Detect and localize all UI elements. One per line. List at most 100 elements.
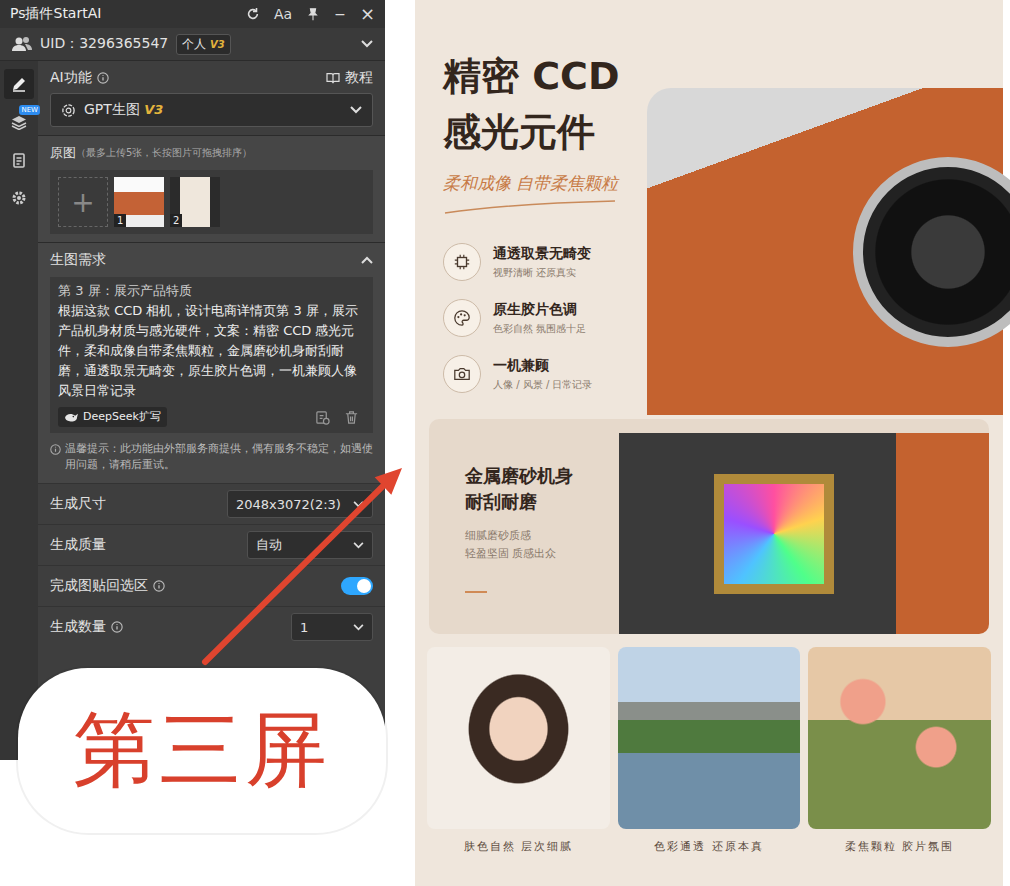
prompt-text: 根据这款 CCD 相机，设计电商详情页第 3 屏，展示产品机身材质与感光硬件，文… bbox=[58, 301, 365, 401]
prompt-textarea[interactable]: 第 3 屏：展示产品特质根据这款 CCD 相机，设计电商详情页第 3 屏，展示产… bbox=[50, 277, 373, 433]
section-title: 生图需求 bbox=[50, 251, 106, 269]
chevron-down-icon[interactable] bbox=[361, 40, 373, 48]
font-button[interactable]: Aa bbox=[274, 6, 292, 22]
add-image-button[interactable]: + bbox=[58, 177, 108, 227]
book-icon bbox=[326, 72, 340, 84]
chevron-down-icon bbox=[350, 106, 362, 114]
prompt-section: 生图需求第 3 屏：展示产品特质根据这款 CCD 相机，设计电商详情页第 3 屏… bbox=[38, 242, 385, 483]
refresh-icon[interactable] bbox=[246, 7, 260, 21]
main-form: AI功能 教程 GPT生图 V3 原图（最多上传5张，长按图片可拖拽排序） +1 2 生图… bbox=[38, 61, 385, 760]
title-bar: Ps插件StartAI Aa −× bbox=[0, 0, 385, 28]
detail-card: 金属磨砂机身耐刮耐磨细腻磨砂质感轻盈坚固 质感出众 bbox=[429, 419, 989, 634]
gallery-photo bbox=[427, 647, 610, 829]
nav-item[interactable]: NEW bbox=[4, 107, 34, 137]
section-title: 原图 bbox=[50, 144, 76, 162]
setting-label: 生成数量 bbox=[50, 618, 123, 636]
setting-row: 生成尺寸 2048x3072(2:3) bbox=[38, 483, 385, 524]
gear-icon bbox=[11, 190, 27, 206]
setting-label: 完成图贴回选区 bbox=[50, 577, 165, 595]
chevron-down-icon bbox=[353, 542, 364, 549]
generated-poster: 精密 CCD感光元件柔和成像 自带柔焦颗粒通透取景无畸变视野清晰 还原真实原生胶… bbox=[415, 0, 1003, 886]
info-icon[interactable] bbox=[111, 621, 123, 633]
users-icon bbox=[12, 36, 32, 52]
setting-label: 生成尺寸 bbox=[50, 495, 106, 513]
feature-subtitle: 人像 / 风景 / 日常记录 bbox=[493, 378, 592, 392]
info-icon[interactable] bbox=[97, 72, 109, 84]
notice: 温馨提示：此功能由外部服务商提供，偶有服务不稳定，如遇使用问题，请稍后重试。 bbox=[50, 433, 373, 475]
user-bar: UID：3296365547个人 V3 bbox=[0, 28, 385, 61]
ai-function-label: AI功能 bbox=[50, 69, 109, 87]
close-button[interactable]: × bbox=[360, 5, 375, 23]
deepseek-expand-button[interactable]: DeepSeek扩写 bbox=[58, 407, 167, 427]
detail-line: 细腻磨砂质感 bbox=[465, 527, 619, 545]
gallery-photo bbox=[808, 647, 991, 829]
swoosh-icon bbox=[443, 197, 623, 217]
feature-item: 原生胶片色调色彩自然 氛围感十足 bbox=[443, 299, 647, 337]
gallery-caption: 柔焦颗粒 胶片氛围 bbox=[808, 839, 991, 854]
whale-icon bbox=[64, 412, 79, 423]
detail-title: 金属磨砂机身 bbox=[465, 463, 619, 489]
setting-row: 生成数量 1 bbox=[38, 606, 385, 647]
feature-item: 一机兼顾人像 / 风景 / 日常记录 bbox=[443, 355, 647, 393]
camera-icon bbox=[453, 365, 471, 383]
callout-text: 第三屏 bbox=[73, 696, 331, 806]
gallery-caption: 色彩通透 还原本真 bbox=[618, 839, 801, 854]
camera-photo bbox=[647, 88, 1003, 415]
chevron-icon[interactable] bbox=[361, 256, 373, 264]
gallery: 肤色自然 层次细腻色彩通透 还原本真柔焦颗粒 胶片氛围 bbox=[415, 647, 1003, 854]
gpt-logo-icon bbox=[61, 103, 76, 118]
side-nav: NEW bbox=[0, 61, 38, 760]
history-icon[interactable] bbox=[315, 410, 330, 425]
detail-title: 耐刮耐磨 bbox=[465, 489, 619, 515]
palette-icon bbox=[453, 309, 471, 327]
new-badge: NEW bbox=[19, 105, 40, 115]
prompt-cut-line: 第 3 屏：展示产品特质 bbox=[58, 281, 365, 301]
setting-row: 生成质量 自动 bbox=[38, 524, 385, 565]
tutorial-link[interactable]: 教程 bbox=[326, 69, 373, 87]
gallery-tile: 色彩通透 还原本真 bbox=[618, 647, 801, 854]
chip-icon bbox=[453, 253, 471, 271]
feature-title: 通透取景无畸变 bbox=[493, 245, 591, 263]
info-icon[interactable] bbox=[153, 580, 165, 592]
source-images-section: 原图（最多上传5张，长按图片可拖拽排序） +1 2 bbox=[38, 135, 385, 242]
plan-badge: 个人 V3 bbox=[176, 34, 231, 55]
setting-label: 生成质量 bbox=[50, 536, 106, 554]
feature-title: 一机兼顾 bbox=[493, 357, 592, 375]
screen: Ps插件StartAIAa−×UID：3296365547个人 V3NEWAI功… bbox=[0, 0, 1010, 886]
clipboard-icon bbox=[11, 152, 27, 168]
chevron-down-icon bbox=[353, 501, 364, 508]
pin-icon[interactable] bbox=[306, 7, 320, 21]
setting-select[interactable]: 自动 bbox=[247, 531, 373, 559]
pencil-icon bbox=[11, 76, 27, 92]
gallery-tile: 柔焦颗粒 胶片氛围 bbox=[808, 647, 991, 854]
plugin-panel: Ps插件StartAIAa−×UID：3296365547个人 V3NEWAI功… bbox=[0, 0, 385, 760]
feature-title: 原生胶片色调 bbox=[493, 301, 586, 319]
nav-item[interactable] bbox=[4, 145, 34, 175]
minimize-button[interactable]: − bbox=[334, 6, 346, 22]
layers-icon bbox=[11, 114, 27, 130]
poster-tagline: 柔和成像 自带柔焦颗粒 bbox=[443, 172, 647, 195]
thumb-number: 2 bbox=[170, 214, 182, 227]
poster-title: 精密 CCD bbox=[443, 48, 647, 104]
nav-item[interactable] bbox=[4, 183, 34, 213]
nav-item[interactable] bbox=[4, 69, 34, 99]
detail-line: 轻盈坚固 质感出众 bbox=[465, 545, 619, 563]
poster-title: 感光元件 bbox=[443, 104, 647, 160]
trash-icon[interactable] bbox=[344, 410, 359, 425]
callout-bubble: 第三屏 bbox=[18, 668, 386, 833]
gallery-caption: 肤色自然 层次细腻 bbox=[427, 839, 610, 854]
gallery-tile: 肤色自然 层次细腻 bbox=[427, 647, 610, 854]
feature-item: 通透取景无畸变视野清晰 还原真实 bbox=[443, 243, 647, 281]
panel-title: Ps插件StartAI bbox=[10, 5, 101, 23]
image-thumb[interactable]: 2 bbox=[170, 177, 220, 227]
chevron-down-icon bbox=[353, 624, 364, 631]
model-dropdown[interactable]: GPT生图 V3 bbox=[50, 93, 373, 127]
setting-toggle[interactable] bbox=[341, 577, 373, 595]
image-thumb[interactable]: 1 bbox=[114, 177, 164, 227]
section-hint: （最多上传5张，长按图片可拖拽排序） bbox=[76, 146, 252, 160]
model-name: GPT生图 V3 bbox=[84, 101, 163, 119]
thumb-number: 1 bbox=[114, 214, 126, 227]
setting-select[interactable]: 2048x3072(2:3) bbox=[227, 490, 373, 518]
setting-select[interactable]: 1 bbox=[291, 613, 373, 641]
feature-subtitle: 视野清晰 还原真实 bbox=[493, 266, 591, 280]
